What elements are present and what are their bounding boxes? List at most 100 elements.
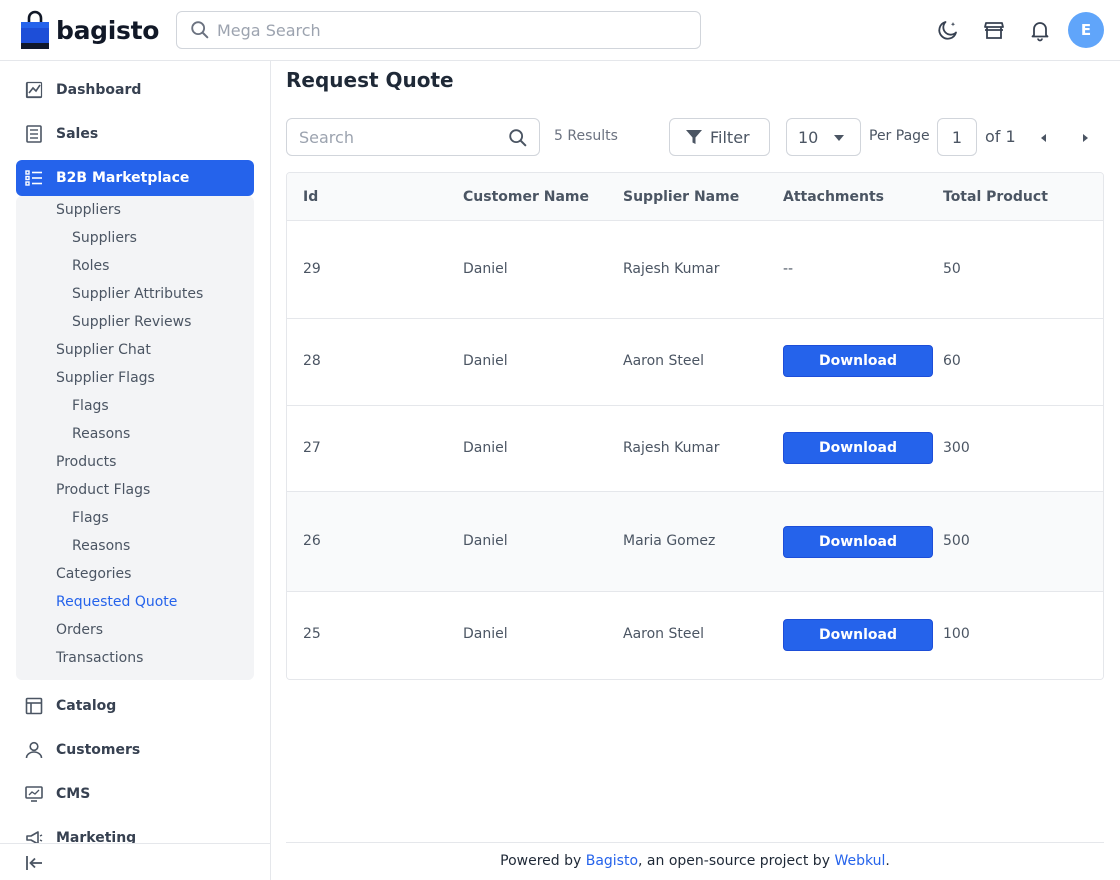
sidebar-item-cms[interactable]: CMS — [16, 776, 254, 812]
search-icon — [191, 21, 209, 39]
brand-logo[interactable]: bagisto — [20, 10, 159, 50]
sidebar-item-sales[interactable]: Sales — [16, 116, 254, 152]
bell-icon — [1031, 22, 1049, 42]
column-header-total-product[interactable]: Total Product — [943, 189, 1048, 205]
datagrid-search-input[interactable] — [299, 127, 499, 147]
per-page-select[interactable]: 10 — [786, 118, 861, 156]
cell-supplier: Rajesh Kumar — [623, 261, 720, 277]
submenu-suppliers-list[interactable]: Suppliers — [72, 230, 137, 246]
webkul-link[interactable]: Webkul — [834, 853, 885, 869]
per-page-label: Per Page — [869, 128, 930, 144]
footer-middle: , an open-source project by — [638, 853, 835, 869]
cell-id: 25 — [303, 626, 321, 642]
next-page-icon[interactable] — [1078, 130, 1092, 144]
caret-down-icon — [834, 135, 844, 141]
sidebar-item-label: Sales — [56, 126, 99, 142]
collapse-sidebar-icon[interactable] — [24, 853, 44, 873]
cell-id: 29 — [303, 261, 321, 277]
submenu-products[interactable]: Products — [56, 454, 116, 470]
cms-icon — [24, 784, 44, 804]
download-button[interactable]: Download — [783, 345, 933, 377]
storefront-button[interactable] — [981, 17, 1007, 43]
cell-total-product: 500 — [943, 533, 970, 549]
store-icon — [984, 22, 1004, 39]
sidebar-item-catalog[interactable]: Catalog — [16, 688, 254, 724]
submenu-categories[interactable]: Categories — [56, 566, 131, 582]
top-header: bagisto E — [0, 0, 1120, 61]
moon-icon — [938, 21, 957, 40]
cell-id: 28 — [303, 353, 321, 369]
sales-icon — [24, 124, 44, 144]
submenu-supplier-flags[interactable]: Supplier Flags — [56, 370, 155, 386]
table-row: 26 Daniel Maria Gomez Download 500 — [287, 492, 1103, 592]
dark-mode-toggle[interactable] — [935, 17, 961, 43]
cell-customer: Daniel — [463, 533, 508, 549]
request-quote-table: Id Customer Name Supplier Name Attachmen… — [286, 172, 1104, 680]
cell-customer: Daniel — [463, 353, 508, 369]
cell-total-product: 300 — [943, 440, 970, 456]
mega-search-box[interactable] — [176, 11, 701, 49]
submenu-product-flags[interactable]: Product Flags — [56, 482, 150, 498]
customer-icon — [24, 740, 44, 760]
sidebar-item-b2b-marketplace[interactable]: B2B Marketplace — [16, 160, 254, 196]
sidebar-item-label: Customers — [56, 742, 141, 758]
cell-total-product: 60 — [943, 353, 961, 369]
sidebar-item-dashboard[interactable]: Dashboard — [16, 72, 254, 108]
sidebar-item-customers[interactable]: Customers — [16, 732, 254, 768]
user-avatar[interactable]: E — [1068, 12, 1104, 48]
filter-label: Filter — [710, 127, 750, 147]
filter-icon — [686, 130, 702, 144]
submenu-requested-quote[interactable]: Requested Quote — [56, 594, 177, 610]
current-page-input[interactable]: 1 — [937, 118, 977, 156]
submenu-supplier-flags-flags[interactable]: Flags — [72, 398, 109, 414]
cell-supplier: Aaron Steel — [623, 353, 704, 369]
sidebar-item-label: CMS — [56, 786, 91, 802]
catalog-icon — [24, 696, 44, 716]
datagrid-search-box[interactable] — [286, 118, 540, 156]
submenu-supplier-flags-reasons[interactable]: Reasons — [72, 426, 130, 442]
previous-page-icon[interactable] — [1037, 130, 1051, 144]
results-count: 5 Results — [554, 128, 618, 144]
cell-id: 26 — [303, 533, 321, 549]
table-row: 27 Daniel Rajesh Kumar Download 300 — [287, 406, 1103, 492]
notifications-button[interactable] — [1027, 17, 1053, 43]
page-title: Request Quote — [286, 68, 454, 92]
footer-prefix: Powered by — [500, 853, 586, 869]
submenu-product-flags-reasons[interactable]: Reasons — [72, 538, 130, 554]
column-header-customer-name[interactable]: Customer Name — [463, 189, 589, 205]
submenu-supplier-attributes[interactable]: Supplier Attributes — [72, 286, 203, 302]
footer-suffix: . — [885, 853, 890, 869]
cell-total-product: 100 — [943, 626, 970, 642]
cell-customer: Daniel — [463, 261, 508, 277]
column-header-attachments: Attachments — [783, 189, 885, 205]
cell-supplier: Aaron Steel — [623, 626, 704, 642]
cell-customer: Daniel — [463, 626, 508, 642]
filter-button[interactable]: Filter — [669, 118, 770, 156]
brand-name: bagisto — [56, 15, 160, 45]
table-row: 28 Daniel Aaron Steel Download 60 — [287, 319, 1103, 406]
mega-search-input[interactable] — [217, 20, 677, 40]
cell-supplier: Rajesh Kumar — [623, 440, 720, 456]
shopping-bag-icon — [20, 10, 50, 50]
submenu-roles[interactable]: Roles — [72, 258, 109, 274]
submenu-transactions[interactable]: Transactions — [56, 650, 143, 666]
list-icon — [24, 168, 44, 188]
submenu-supplier-chat[interactable]: Supplier Chat — [56, 342, 151, 358]
search-icon[interactable] — [507, 127, 529, 149]
sidebar-footer — [0, 843, 270, 880]
cell-customer: Daniel — [463, 440, 508, 456]
download-button[interactable]: Download — [783, 526, 933, 558]
submenu-suppliers[interactable]: Suppliers — [56, 202, 121, 218]
cell-supplier: Maria Gomez — [623, 533, 716, 549]
bagisto-link[interactable]: Bagisto — [586, 853, 638, 869]
column-header-id[interactable]: Id — [303, 189, 318, 205]
submenu-orders[interactable]: Orders — [56, 622, 103, 638]
page-total: of 1 — [985, 127, 1016, 146]
submenu-product-flags-flags[interactable]: Flags — [72, 510, 109, 526]
download-button[interactable]: Download — [783, 432, 933, 464]
download-button[interactable]: Download — [783, 619, 933, 651]
submenu-supplier-reviews[interactable]: Supplier Reviews — [72, 314, 191, 330]
column-header-supplier-name[interactable]: Supplier Name — [623, 189, 739, 205]
table-header: Id Customer Name Supplier Name Attachmen… — [287, 173, 1103, 221]
cell-total-product: 50 — [943, 261, 961, 277]
